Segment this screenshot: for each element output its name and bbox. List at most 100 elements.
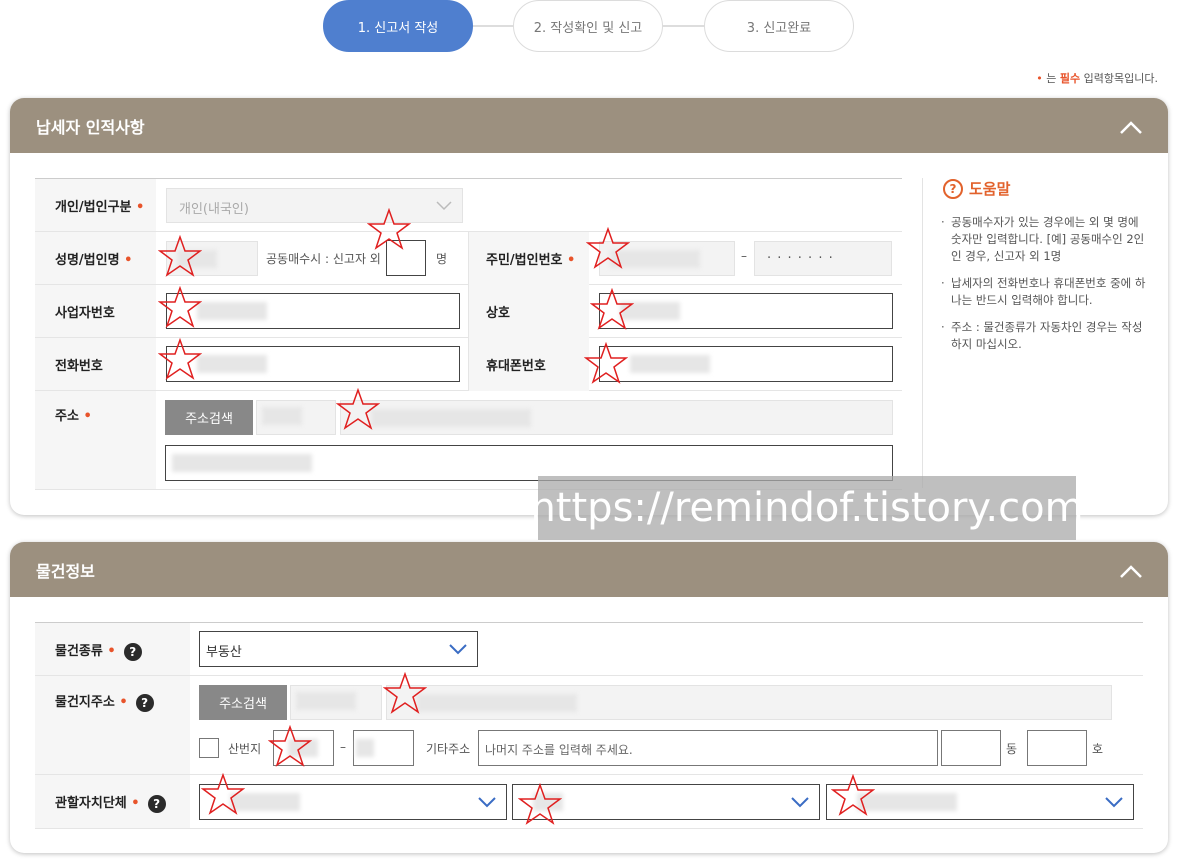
dong-unit: 동 (1006, 742, 1018, 756)
property-type-row: 부동산 (190, 623, 1143, 676)
help-title-text: 도움말 (969, 180, 1011, 198)
id-back-input[interactable]: · · · · · · · (754, 241, 892, 276)
red-star-marker (383, 672, 427, 714)
etc-address-input[interactable]: 나머지 주소를 입력해 주세요. (478, 730, 938, 766)
id-dash: – (741, 249, 747, 263)
required-dot: • (1036, 72, 1043, 85)
required-dot: • (107, 644, 116, 659)
help-item: 납세자의 전화번호나 휴대폰번호 중에 하나는 반드시 입력해야 합니다. (941, 275, 1146, 309)
red-star-marker (367, 208, 411, 250)
question-icon[interactable]: ? (135, 693, 154, 712)
name-label: 성명/법인명 (55, 253, 120, 268)
property-zipcode-input[interactable] (290, 685, 382, 720)
required-note: • 는 필수 입력항목입니다. (1036, 70, 1158, 86)
mountain-checkbox[interactable] (199, 738, 219, 758)
trade-name-label-cell: 상호 (468, 285, 589, 338)
red-star-marker (158, 338, 202, 380)
biz-no-label-cell: 사업자번호 (35, 285, 156, 338)
watermark-text: https://remindof.tistory.com (530, 476, 1084, 540)
chevron-up-icon[interactable] (1120, 560, 1142, 582)
authority-label-cell: 관할자치단체 •? (35, 775, 190, 829)
property-address-label-cell: 물건지주소 •? (35, 676, 190, 775)
type-row: 개인(내국인) (156, 179, 902, 232)
property-address-row: 주소검색 산번지 – 기타주소 나머지 주소를 입력해 주세요. 동 호 (190, 676, 1143, 775)
mobile-label-cell: 휴대폰번호 (468, 338, 589, 391)
step-2: 2. 작성확인 및 신고 (513, 0, 663, 52)
help-box: ? 도움말 공동매수자가 있는 경우에는 외 몇 명에 숫자만 입력합니다. [… (922, 178, 1152, 488)
chevron-down-icon (478, 797, 496, 808)
phone-input[interactable] (166, 346, 460, 382)
help-title: ? 도움말 (943, 178, 1010, 199)
authority-row (190, 775, 1143, 829)
property-address-search-button[interactable]: 주소검색 (199, 685, 287, 720)
ho-input[interactable] (1027, 730, 1087, 766)
phone-label-cell: 전화번호 (35, 338, 156, 391)
co-buyer-text: 공동매수시 : 신고자 외 (266, 252, 381, 266)
question-icon[interactable]: ? (123, 642, 142, 661)
property-type-label-cell: 물건종류 •? (35, 623, 190, 676)
trade-name-label: 상호 (486, 306, 510, 321)
authority-label: 관할자치단체 (55, 796, 127, 811)
taxpayer-panel-header[interactable]: 납세자 인적사항 (10, 98, 1168, 153)
biz-no-input[interactable] (166, 293, 460, 329)
address-main-input[interactable] (340, 400, 893, 435)
chevron-down-icon (1105, 797, 1123, 808)
co-buyer-unit: 명 (436, 252, 448, 266)
help-item: 주소 : 물건종류가 자동차인 경우는 작성하지 마십시오. (941, 319, 1146, 353)
type-label: 개인/법인구분 (55, 200, 132, 215)
mobile-input[interactable] (599, 346, 893, 382)
property-address-label: 물건지주소 (55, 695, 115, 710)
trade-name-input[interactable] (599, 293, 893, 329)
address-label-cell: 주소 • (35, 391, 156, 490)
red-star-marker (336, 388, 380, 430)
required-dot: • (119, 695, 128, 710)
address-search-button[interactable]: 주소검색 (165, 400, 253, 435)
etc-address-label: 기타주소 (426, 742, 471, 756)
required-dot: • (124, 253, 133, 268)
taxpayer-form: 개인/법인구분 • 개인(내국인) 성명/법인명 • 공동매수시 : 신고자 외… (35, 178, 902, 490)
phone-row: 휴대폰번호 (156, 338, 902, 391)
chevron-down-icon (449, 644, 467, 655)
red-star-marker (590, 288, 634, 330)
red-star-marker (584, 342, 628, 384)
authority-province-select[interactable] (199, 784, 507, 820)
step-1: 1. 신고서 작성 (323, 0, 473, 52)
required-dot: • (131, 796, 140, 811)
property-type-label: 물건종류 (55, 644, 103, 659)
required-note-highlight: 필수 (1059, 72, 1081, 85)
lot-sub-input[interactable] (353, 730, 414, 766)
property-panel-title: 물건정보 (36, 561, 95, 581)
red-star-marker (831, 774, 875, 816)
name-row: 공동매수시 : 신고자 외 명 주민/법인번호 • – · · · · · · … (156, 232, 902, 285)
id-masked-value: · · · · · · · (767, 251, 834, 266)
mountain-label: 산번지 (228, 742, 262, 756)
etc-address-placeholder: 나머지 주소를 입력해 주세요. (485, 743, 633, 757)
red-star-marker (158, 235, 202, 277)
taxpayer-panel-title: 납세자 인적사항 (36, 117, 145, 137)
dong-input[interactable] (941, 730, 1001, 766)
property-address-main-input[interactable] (386, 685, 1112, 720)
required-dot: • (567, 253, 576, 268)
red-star-marker (158, 286, 202, 328)
chevron-down-icon (791, 797, 809, 808)
required-note-prefix: 는 (1046, 72, 1057, 85)
type-select[interactable]: 개인(내국인) (166, 188, 463, 223)
chevron-up-icon[interactable] (1120, 116, 1142, 138)
question-circle-icon: ? (943, 178, 963, 199)
address-label: 주소 (55, 409, 79, 424)
step-connector (471, 25, 516, 27)
red-star-marker (201, 773, 245, 815)
type-label-cell: 개인/법인구분 • (35, 179, 156, 232)
ho-unit: 호 (1092, 742, 1104, 756)
red-star-marker (268, 725, 312, 767)
property-panel-header[interactable]: 물건정보 (10, 542, 1168, 597)
chevron-down-icon (436, 200, 452, 210)
property-type-select[interactable]: 부동산 (199, 631, 478, 667)
lot-dash: – (340, 740, 346, 754)
help-list: 공동매수자가 있는 경우에는 외 몇 명에 숫자만 입력합니다. [예] 공동매… (941, 214, 1146, 363)
id-label: 주민/법인번호 (486, 253, 563, 268)
red-star-marker (518, 783, 562, 825)
zipcode-input[interactable] (256, 400, 336, 435)
biz-row: 상호 (156, 285, 902, 338)
question-icon[interactable]: ? (147, 794, 166, 813)
